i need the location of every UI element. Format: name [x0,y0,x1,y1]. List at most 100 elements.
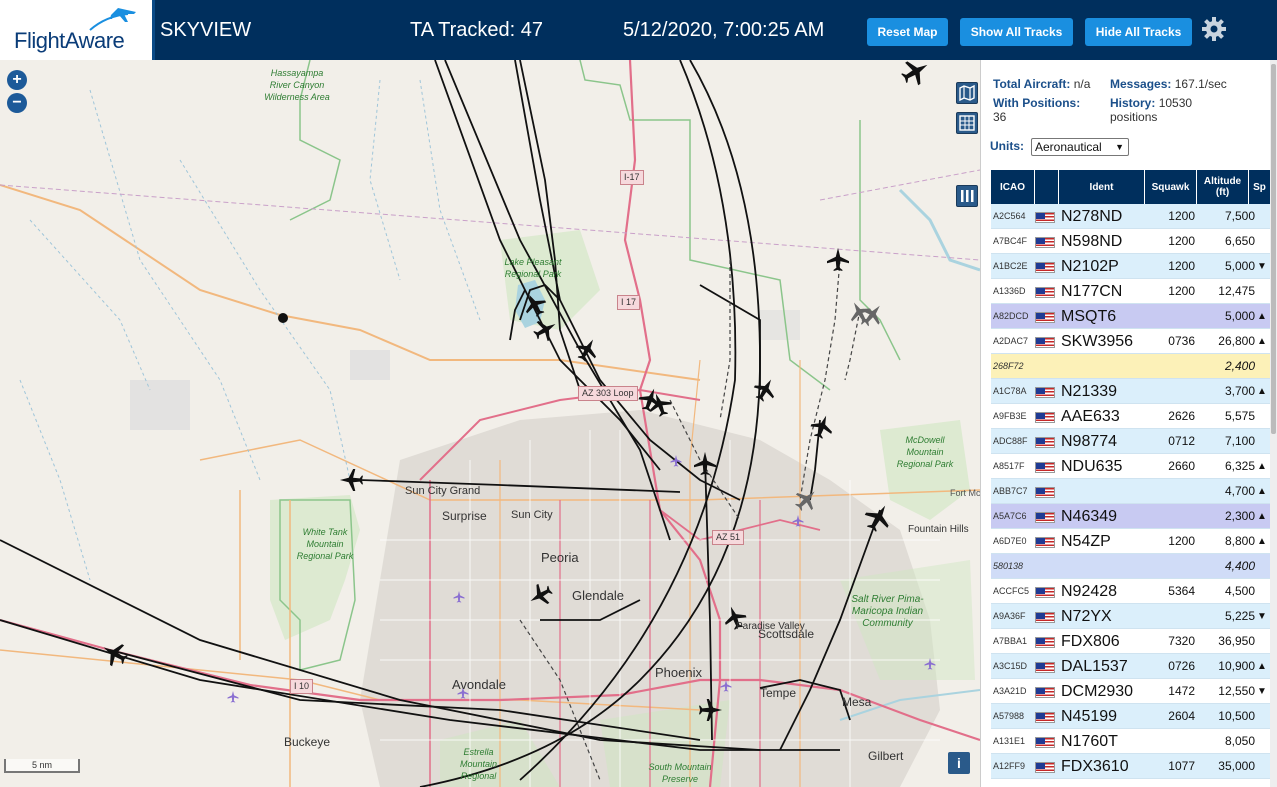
icao-cell: A82DCD [993,311,1029,321]
table-row[interactable]: A9FB3E AAE633 2626 5,575 [991,404,1271,429]
range-rings-button[interactable] [956,112,978,134]
aircraft-icon[interactable] [529,314,561,346]
table-row[interactable]: A82DCD MSQT6 5,000 ▲ [991,304,1271,329]
airport-icon [924,657,936,670]
trend-cell [1257,429,1269,454]
table-row[interactable]: A1C78A N21339 3,700 ▲ [991,379,1271,404]
table-row[interactable]: 580138 4,400 [991,554,1271,579]
chevron-down-icon: ▼ [1115,142,1124,152]
icao-cell: A1BC2E [993,261,1028,271]
zoom-out-button[interactable]: − [7,93,27,113]
info-button[interactable]: i [948,752,970,774]
ident-cell: N177CN [1061,283,1123,300]
table-row[interactable]: ADC88F N98774 0712 7,100 [991,429,1271,454]
ident-cell: FDX806 [1061,633,1120,650]
total-aircraft-stat: Total Aircraft: n/a [993,77,1091,91]
ident-cell: NDU635 [1061,458,1123,475]
trend-cell [1257,404,1269,429]
ident-cell: N598ND [1061,233,1123,250]
table-row[interactable]: A7BBA1 FDX806 7320 36,950 [991,629,1271,654]
scrollbar-thumb[interactable] [1271,64,1276,434]
table-row[interactable]: A2C564 N278ND 1200 7,500 [991,204,1271,229]
place-label: Sun City Grand [405,485,481,497]
us-flag-icon [1035,212,1057,223]
table-row[interactable]: A1336D N177CN 1200 12,475 [991,279,1271,304]
squawk-cell: 2626 [1168,409,1195,423]
aircraft-icon[interactable] [694,451,716,475]
aircraft-icon[interactable] [860,499,897,536]
col-speed[interactable]: Sp [1249,170,1271,204]
aircraft-icon[interactable] [97,637,132,671]
table-row[interactable]: A131E1 N1760T 8,050 [991,729,1271,754]
aircraft-icon[interactable] [790,483,823,516]
aircraft-icon[interactable] [519,289,551,321]
place-label: Sun City [511,509,553,521]
trend-cell: ▲ [1257,486,1267,497]
show-all-tracks-button[interactable]: Show All Tracks [960,18,1073,46]
table-row[interactable]: ACCFC5 N92428 5364 4,500 [991,579,1271,604]
altitude-cell: 4,400 [1224,559,1255,573]
hide-all-tracks-button[interactable]: Hide All Tracks [1085,18,1192,46]
aircraft-icon[interactable] [525,579,557,611]
altitude-cell: 6,325 [1224,459,1255,473]
table-row[interactable]: A9A36F N72YX 5,225 ▼ [991,604,1271,629]
map-view[interactable]: Sun City Grand Sun City Surprise Peoria … [0,60,980,787]
table-row[interactable]: A57988 N45199 2604 10,500 [991,704,1271,729]
aircraft-icon[interactable] [699,699,723,721]
top-header: FlightAware SKYVIEW TA Tracked: 47 5/12/… [0,0,1277,60]
place-label: Mesa [842,695,872,709]
trend-cell [1257,704,1269,729]
trend-cell [1257,729,1269,754]
table-row[interactable]: A3A21D DCM2930 1472 12,550 ▼ [991,679,1271,704]
aircraft-icon[interactable] [827,247,849,271]
col-icao[interactable]: ICAO [991,170,1035,204]
squawk-cell: 2604 [1168,709,1195,723]
ident-cell: SKW3956 [1061,333,1134,350]
aircraft-icon[interactable] [807,411,837,442]
aircraft-icon[interactable] [571,334,603,366]
altitude-cell: 10,500 [1218,709,1255,723]
aircraft-icon[interactable] [339,469,363,491]
reset-map-button[interactable]: Reset Map [867,18,948,46]
table-row[interactable]: A8517F NDU635 2660 6,325 ▲ [991,454,1271,479]
icao-cell: A2C564 [993,211,1026,221]
icao-cell: A7BBA1 [993,636,1028,646]
us-flag-icon [1035,537,1057,548]
table-row[interactable]: A3C15D DAL1537 0726 10,900 ▲ [991,654,1271,679]
gear-icon[interactable] [1201,16,1227,42]
us-flag-icon [1035,512,1057,523]
flightaware-logo[interactable]: FlightAware [0,0,155,60]
place-label: Buckeye [284,735,331,749]
trend-cell [1257,629,1269,654]
table-row[interactable]: A5A7C6 N46349 2,300 ▲ [991,504,1271,529]
messages-stat: Messages: 167.1/sec [1110,77,1227,91]
table-row[interactable]: ABB7C7 4,700 ▲ [991,479,1271,504]
airport-icon [453,590,465,603]
trend-cell [1257,279,1269,304]
table-row[interactable]: A12FF9 FDX3610 1077 35,000 [991,754,1271,779]
col-altitude[interactable]: Altitude (ft) [1197,170,1249,204]
altitude-cell: 5,225 [1224,609,1255,623]
grid-icon [959,115,975,131]
aircraft-icon[interactable] [897,60,934,90]
col-flag[interactable] [1035,170,1059,204]
table-row[interactable]: A7BC4F N598ND 1200 6,650 [991,229,1271,254]
table-row[interactable]: A2DAC7 SKW3956 0736 26,800 ▲ [991,329,1271,354]
table-row[interactable]: A6D7E0 N54ZP 1200 8,800 ▲ [991,529,1271,554]
place-label: Gilbert [868,749,904,763]
road-shield: AZ 303 Loop [578,386,638,401]
table-row[interactable]: A1BC2E N2102P 1200 5,000 ▼ [991,254,1271,279]
table-row[interactable]: 268F72 2,400 [991,354,1271,379]
place-label: Phoenix [655,665,702,680]
toggle-panel-button[interactable] [956,185,978,207]
ident-cell: N98774 [1061,433,1118,450]
col-ident[interactable]: Ident [1059,170,1145,204]
units-select[interactable]: Aeronautical ▼ [1031,138,1129,156]
map-layers-button[interactable] [956,82,978,104]
col-squawk[interactable]: Squawk [1145,170,1197,204]
tracked-count: TA Tracked: 47 [410,19,544,41]
zoom-in-button[interactable]: + [7,70,27,90]
aircraft-icon[interactable] [749,374,781,406]
squawk-cell: 2660 [1168,459,1195,473]
icao-cell: A8517F [993,461,1025,471]
